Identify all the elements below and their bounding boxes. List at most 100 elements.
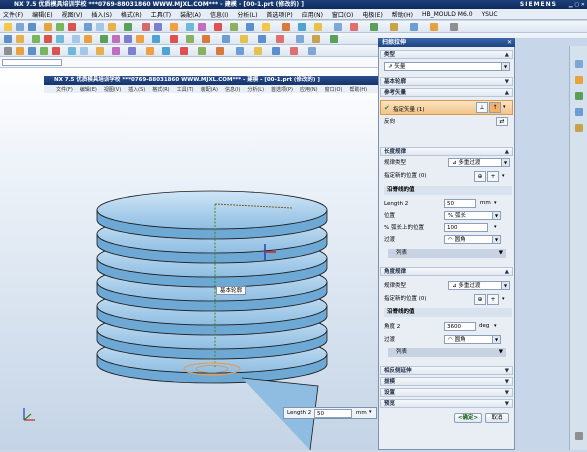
- pan-icon[interactable]: [136, 35, 144, 43]
- ok-button[interactable]: <确定>: [454, 413, 482, 423]
- menu-item-edit[interactable]: 编辑(E): [32, 10, 52, 19]
- vector-dialog-button[interactable]: ⟂: [476, 102, 488, 113]
- trim-body-icon[interactable]: [298, 23, 306, 31]
- menu-item-ysuc[interactable]: YSUC: [482, 11, 498, 18]
- project-curve-icon[interactable]: [112, 47, 120, 55]
- zoom-icon[interactable]: [112, 35, 120, 43]
- measure-icon[interactable]: [222, 35, 230, 43]
- join-curve-icon[interactable]: [180, 47, 188, 55]
- length-value-dropdown-icon[interactable]: ▾: [494, 200, 497, 206]
- menu-item-help[interactable]: 帮助(H): [392, 10, 413, 19]
- section-type[interactable]: 类型 ▲: [380, 50, 513, 59]
- end-point-icon[interactable]: [44, 35, 52, 43]
- trim-curve-icon[interactable]: [146, 47, 154, 55]
- open-icon[interactable]: [16, 23, 24, 31]
- length-popup-dropdown-icon[interactable]: ▾: [369, 409, 372, 415]
- edge-blend-icon[interactable]: [230, 23, 238, 31]
- pocket-icon[interactable]: [170, 23, 178, 31]
- angle-law-type-dropdown[interactable]: ⊿ 多重过渡 ▼: [448, 281, 510, 290]
- circle-icon[interactable]: [28, 47, 36, 55]
- length-point-dialog-button[interactable]: ⊕: [474, 171, 486, 182]
- boss-icon[interactable]: [154, 23, 162, 31]
- inner-menu-help[interactable]: 帮助(H): [349, 86, 367, 93]
- angle-value-dropdown-icon[interactable]: ▾: [494, 323, 497, 329]
- angle-point-type-button[interactable]: +: [487, 294, 499, 305]
- fit-icon[interactable]: [100, 35, 108, 43]
- extrude-icon[interactable]: [56, 23, 64, 31]
- part-navigator-icon[interactable]: [575, 76, 583, 84]
- subtract-icon[interactable]: [198, 23, 206, 31]
- section-icon[interactable]: [276, 35, 284, 43]
- menu-item-tools[interactable]: 工具(T): [151, 10, 171, 19]
- menu-item-format[interactable]: 格式(R): [121, 10, 142, 19]
- show-icon[interactable]: [186, 35, 194, 43]
- assembly-navigator-icon[interactable]: [575, 60, 583, 68]
- cancel-button[interactable]: 取消: [485, 413, 509, 423]
- menu-item-info[interactable]: 信息(I): [210, 10, 228, 19]
- rectangle-icon[interactable]: [40, 47, 48, 55]
- type-dropdown[interactable]: ⇗ 矢量 ▼: [384, 62, 510, 71]
- view-iso-icon[interactable]: [330, 35, 338, 43]
- intersect-icon[interactable]: [214, 23, 222, 31]
- length-point-dropdown-icon[interactable]: ▾: [502, 173, 505, 179]
- specify-vector-row[interactable]: ✔ 指定矢量 (1) ⟂ ↑ ▾: [380, 100, 513, 115]
- sketch-icon[interactable]: [44, 23, 52, 31]
- angle-list-toggle[interactable]: 列表 ▼: [388, 348, 506, 357]
- spline-icon[interactable]: [68, 47, 76, 55]
- length-value-field[interactable]: 50: [444, 199, 476, 208]
- view-front-icon[interactable]: [296, 35, 304, 43]
- graphics-viewport[interactable]: [0, 68, 378, 451]
- inner-menu-preferences[interactable]: 首选项(P): [271, 86, 293, 93]
- n-sided-icon[interactable]: [272, 47, 280, 55]
- extend-curve-icon[interactable]: [162, 47, 170, 55]
- menu-item-electrode[interactable]: 电极(E): [362, 10, 382, 19]
- web-browser-icon[interactable]: [575, 108, 583, 116]
- section-draft[interactable]: 拔模 ▼: [380, 377, 513, 386]
- menu-item-analysis[interactable]: 分析(L): [237, 10, 257, 19]
- new-icon[interactable]: [4, 23, 12, 31]
- inner-menu-assembly[interactable]: 装配(A): [201, 86, 218, 93]
- pattern-icon[interactable]: [410, 23, 418, 31]
- menu-item-insert[interactable]: 插入(S): [91, 10, 112, 19]
- datum-plane-icon[interactable]: [430, 23, 438, 31]
- render-icon[interactable]: [258, 35, 266, 43]
- length-popup-field[interactable]: 50: [314, 409, 352, 418]
- hole-icon[interactable]: [142, 23, 150, 31]
- reverse-direction-button[interactable]: ⇄: [496, 117, 508, 126]
- isoparametric-icon[interactable]: [216, 47, 224, 55]
- inner-menu-window[interactable]: 窗口(O): [325, 86, 343, 93]
- inner-menu-tools[interactable]: 工具(T): [177, 86, 194, 93]
- snap-point-icon[interactable]: [32, 35, 40, 43]
- save-icon[interactable]: [28, 23, 36, 31]
- length-point-type-button[interactable]: +: [487, 171, 499, 182]
- section-preview[interactable]: 预览 ▼: [380, 399, 513, 408]
- menu-item-window[interactable]: 窗口(O): [332, 10, 353, 19]
- inner-menu-info[interactable]: 信息(I): [225, 86, 240, 93]
- angle-point-dropdown-icon[interactable]: ▾: [502, 296, 505, 302]
- inner-menu-file[interactable]: 文件(F): [56, 86, 73, 93]
- chamfer-icon[interactable]: [246, 23, 254, 31]
- select-icon[interactable]: [4, 35, 12, 43]
- menu-item-assembly[interactable]: 装配(A): [180, 10, 201, 19]
- datum-axis-icon[interactable]: [450, 23, 458, 31]
- angle-point-dialog-button[interactable]: ⊕: [474, 294, 486, 305]
- shell-icon[interactable]: [262, 23, 270, 31]
- unite-icon[interactable]: [186, 23, 194, 31]
- thicken-icon[interactable]: [308, 47, 316, 55]
- menu-item-application[interactable]: 应用(N): [302, 10, 323, 19]
- wireframe-icon[interactable]: [72, 35, 80, 43]
- wcs-icon[interactable]: [202, 35, 210, 43]
- split-body-icon[interactable]: [314, 23, 322, 31]
- analysis-icon[interactable]: [240, 35, 248, 43]
- block-icon[interactable]: [84, 23, 92, 31]
- vector-type-button[interactable]: ↑: [489, 102, 501, 113]
- menu-item-preferences[interactable]: 首选项(P): [266, 10, 292, 19]
- system-materials-icon[interactable]: [575, 432, 583, 440]
- percent-dropdown-icon[interactable]: ▾: [494, 224, 497, 230]
- close-icon[interactable]: ✕: [507, 38, 512, 47]
- section-opposite-extension[interactable]: 相反侧延伸 ▼: [380, 366, 513, 375]
- position-dropdown[interactable]: % 弧长 ▼: [444, 211, 501, 220]
- inner-menu-edit[interactable]: 编辑(E): [80, 86, 97, 93]
- through-curves-icon[interactable]: [236, 47, 244, 55]
- cylinder-icon[interactable]: [96, 23, 104, 31]
